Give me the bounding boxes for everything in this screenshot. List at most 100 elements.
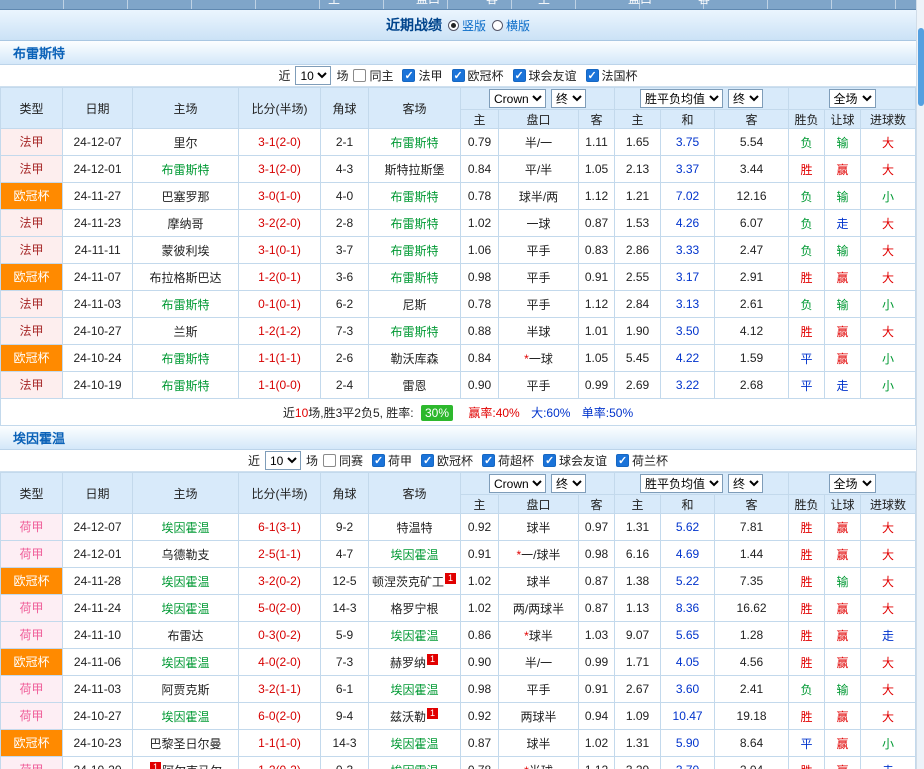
result-handicap-cell: 输 — [824, 675, 862, 703]
home-team-cell: 布雷斯特 — [132, 290, 239, 318]
checkbox[interactable] — [616, 454, 630, 467]
win-odds: 1.38 — [614, 567, 662, 595]
games-label: 场 — [305, 454, 318, 468]
win-odds: 2.86 — [614, 236, 662, 264]
handicap-line: 平/半 — [498, 155, 579, 183]
layout-radio-horizontal[interactable]: 横版 — [492, 17, 530, 34]
away-team-cell: 赫罗纳 1 — [368, 648, 461, 676]
win-odds: 1.13 — [614, 594, 662, 622]
lose-odds: 19.18 — [714, 702, 790, 730]
outcome-state-select[interactable]: 终 — [728, 474, 764, 493]
col-header-odds-line: 盘口 — [498, 494, 579, 514]
team-name-title: 布雷斯特 — [13, 46, 66, 61]
handicap-home-odds: 0.90 — [460, 371, 499, 399]
lose-odds: 5.54 — [714, 128, 790, 156]
checkbox[interactable] — [322, 454, 336, 467]
league-cell: 法甲 — [0, 209, 63, 237]
match-row: 欧冠杯 24-11-28 埃因霍温 3-2(0-2) 12-5 顿涅茨克矿工 1 … — [0, 567, 917, 595]
date-cell: 24-11-07 — [62, 263, 133, 291]
result-wdl-cell: 负 — [788, 182, 826, 210]
radio-button[interactable] — [492, 19, 503, 31]
odds-state-select[interactable]: 终 — [551, 474, 587, 493]
recent-count-select[interactable]: 10 — [295, 66, 332, 85]
league-filter-checkbox[interactable]: 法甲 — [402, 67, 443, 84]
league-filter-checkbox[interactable]: 欧冠杯 — [421, 452, 473, 469]
outcome-state-select[interactable]: 终 — [728, 89, 764, 108]
draw-odds: 3.33 — [660, 236, 716, 264]
handicap-away-odds: 1.12 — [577, 290, 616, 318]
col-header-corners: 角球 — [320, 472, 369, 514]
date-cell: 24-11-03 — [62, 675, 133, 703]
corners-cell: 2-4 — [320, 371, 369, 399]
red-card-badge: 1 — [427, 653, 438, 665]
checkbox[interactable] — [371, 454, 385, 467]
result-handicap-cell: 赢 — [824, 155, 862, 183]
layout-radio-vertical[interactable]: 竖版 — [447, 17, 486, 34]
league-filter-checkbox[interactable]: 荷兰杯 — [616, 452, 668, 469]
checkbox[interactable] — [543, 454, 557, 467]
col-header-odds-home: 主 — [460, 494, 499, 514]
league-filter-checkbox[interactable]: 球会友谊 — [543, 452, 607, 469]
away-team-cell: 兹沃勒 1 — [368, 702, 461, 730]
odds-source-select[interactable]: Crown — [489, 474, 547, 493]
handicap-odds-group: Crown 终 — [459, 87, 616, 110]
corners-cell: 6-2 — [320, 290, 369, 318]
col-header-1x2-away: 客 — [714, 109, 790, 129]
checkbox-label: 同赛 — [338, 454, 363, 468]
result-goals-cell: 走 — [860, 756, 917, 769]
result-wdl-cell: 胜 — [788, 621, 826, 649]
handicap-away-odds: 0.98 — [577, 540, 616, 568]
scope-select[interactable]: 全场 — [828, 89, 876, 108]
checkbox[interactable] — [353, 69, 367, 82]
recent-matches-table-psv: 类型 日期 主场 比分(半场) 角球 客场 Crown 终 胜平负均值 终 全场… — [0, 472, 917, 769]
league-filter-group: 同赛 荷甲 欧冠杯 荷超杯 — [322, 452, 668, 469]
corners-cell: 14-3 — [320, 729, 369, 757]
col-header-home: 主场 — [132, 472, 239, 514]
handicap-away-odds: 0.94 — [577, 702, 616, 730]
handicap-away-odds: 0.91 — [577, 675, 616, 703]
draw-odds: 5.65 — [660, 621, 716, 649]
result-handicap-cell: 赢 — [824, 729, 862, 757]
league-filter-checkbox[interactable]: 法国杯 — [585, 67, 638, 84]
score-cell: 3-1(2-0) — [238, 155, 321, 183]
win-odds: 1.31 — [614, 513, 662, 541]
result-goals-cell: 大 — [860, 540, 917, 568]
odds-state-select[interactable]: 终 — [551, 89, 587, 108]
checkbox[interactable] — [402, 69, 416, 82]
league-filter-checkbox[interactable]: 同赛 — [322, 452, 363, 469]
league-filter-checkbox[interactable]: 球会友谊 — [512, 67, 577, 84]
col-header-date: 日期 — [62, 472, 133, 514]
draw-odds: 5.90 — [660, 729, 716, 757]
lose-odds: 16.62 — [714, 594, 790, 622]
draw-odds: 3.13 — [660, 290, 716, 318]
win-odds: 9.07 — [614, 621, 662, 649]
filter-bar-psv: 近 10 场 同赛 荷甲 欧冠杯 — [0, 450, 916, 472]
col-header-odds-home: 主 — [460, 109, 499, 129]
handicap-away-odds: 0.87 — [577, 209, 616, 237]
date-cell: 24-11-11 — [62, 236, 133, 264]
outcome-source-select[interactable]: 胜平负均值 — [640, 474, 724, 493]
league-cell: 法甲 — [0, 290, 63, 318]
scope-select[interactable]: 全场 — [828, 474, 876, 493]
result-goals-cell: 大 — [860, 648, 917, 676]
date-cell: 24-10-23 — [62, 729, 133, 757]
checkbox[interactable] — [585, 69, 599, 82]
recent-count-select[interactable]: 10 — [264, 451, 301, 470]
league-filter-checkbox[interactable]: 同主 — [353, 67, 393, 84]
odds-source-select[interactable]: Crown — [489, 89, 547, 108]
checkbox[interactable] — [512, 69, 526, 82]
col-header-result-handicap: 让球 — [824, 109, 862, 129]
league-filter-checkbox[interactable]: 荷甲 — [371, 452, 412, 469]
scrollbar-track[interactable] — [916, 0, 924, 769]
corners-cell: 9-4 — [320, 702, 369, 730]
radio-button[interactable] — [447, 19, 459, 31]
checkbox[interactable] — [451, 69, 465, 82]
match-row: 法甲 24-10-19 布雷斯特 1-1(0-0) 2-4 雷恩 0.90 平手… — [0, 371, 917, 399]
scrollbar-thumb[interactable] — [918, 28, 924, 106]
win-odds: 2.84 — [614, 290, 662, 318]
checkbox[interactable] — [482, 454, 496, 467]
league-filter-checkbox[interactable]: 欧冠杯 — [451, 67, 504, 84]
outcome-source-select[interactable]: 胜平负均值 — [640, 89, 724, 108]
league-filter-checkbox[interactable]: 荷超杯 — [482, 452, 534, 469]
checkbox[interactable] — [421, 454, 434, 467]
